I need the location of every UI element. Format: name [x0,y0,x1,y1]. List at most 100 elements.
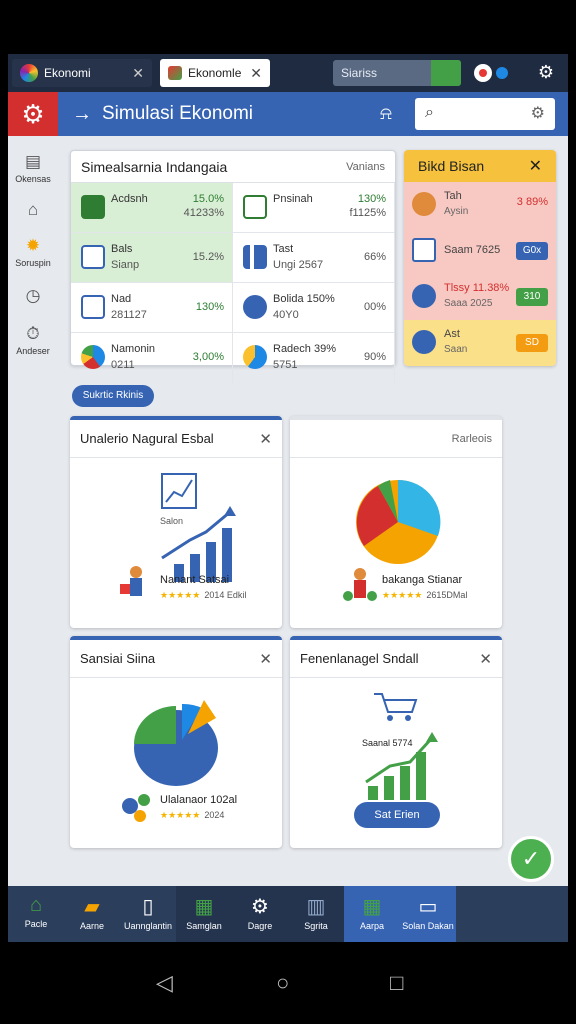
search-input[interactable]: ⌕ ⚙ [415,98,555,130]
close-icon[interactable]: ✕ [250,65,262,82]
rail-label: Okensas [15,174,51,184]
rating-text: 2615DMal [426,590,468,600]
home-icon: ⌂ [27,200,39,219]
metric-cell[interactable]: Radech 39% 5751 90% [233,333,395,383]
widget-right-label[interactable]: Rarleois [452,433,492,445]
browser-tab-ekonomle[interactable]: Ekonomle ✕ [160,59,270,87]
tab-label: Ekonomle [188,66,242,80]
growth-chart-illustration [120,473,236,596]
nav-item-calculator[interactable]: ▦ Aarpa [344,886,400,942]
nav-label: Aarne [79,921,105,931]
widget-header: Sansiai Siina ✕ [70,640,282,678]
profile-icon[interactable] [496,67,508,79]
side-panel-header: Bikd Bisan ✕ [404,150,556,182]
close-icon[interactable]: ✕ [479,650,492,668]
rail-item-okensas[interactable]: ▤ Okensas [8,152,58,184]
side-row-button[interactable]: SD [516,334,548,352]
nav-item-chart[interactable]: ▰ Aarne [64,886,120,942]
close-icon[interactable]: ✕ [259,430,272,448]
building-icon [81,195,105,219]
side-row-sub: Saaa 2025 [444,298,493,309]
nav-label: Sgrita [304,921,328,931]
rail-item-soruspin[interactable]: ✹ Soruspin [8,236,58,268]
bar-chart-icon [243,245,267,269]
metric-value: 90% [363,351,386,363]
metric-cell[interactable]: Bals Sianp 15.2% [71,233,233,283]
tab-label: Ekonomi [44,66,91,80]
rail-label: Soruspin [15,258,51,268]
side-row[interactable]: Saam 7625 G0x [404,228,556,274]
metric-cell[interactable]: Nad 281127 130% [71,283,233,333]
nav-item-home[interactable]: ⌂ Pacle [8,886,64,942]
pie-chart-illustration [122,700,218,822]
metric-label: Acdsnh [111,193,148,205]
metric-cell[interactable]: Pnsinah 130% f1125% [233,183,395,233]
metric-cell[interactable]: Acdsnh 15.0% 41233% [71,183,233,233]
browser-search[interactable]: Siariss [333,60,461,86]
nav-label: Aarpa [359,921,385,931]
system-navigation-bar: ◁ ○ □ [0,942,576,1024]
metric-value: 130% [195,301,224,313]
side-row[interactable]: Ast Saan SD [404,320,556,366]
widget-header: Unalerio Nagural Esbal ✕ [70,420,282,458]
card-right-label[interactable]: Vanians [346,161,385,173]
side-row[interactable]: Tlssy 11.38% Saaa 2025 310 [404,274,556,320]
close-icon[interactable]: ✕ [259,650,272,668]
chart-icon: ▰ [84,896,100,918]
clock-icon: ◷ [25,286,41,305]
notification-icon[interactable]: ⍾ [380,103,392,124]
metric-secondary: 41233% [183,207,224,219]
browser-tab-ekonomi[interactable]: Ekonomi ✕ [12,59,152,87]
overview-grid: Acdsnh 15.0% 41233% Pnsinah 130% f1125% … [71,183,395,383]
rating-text: 2014 Edkil [204,590,247,600]
app-screen: Ekonomi ✕ Ekonomle ✕ Siariss ⚙ ⚙ → Simul… [8,54,568,942]
widget-action-button[interactable]: Sat Erien [354,802,440,828]
nav-item-stats[interactable]: ▥ Sgrita [288,886,344,942]
arrow-right-icon[interactable]: → [72,103,92,126]
metric-sub: 281127 [111,309,147,321]
rating-stars: ★★★★★ 2014 Edkil [160,590,247,600]
nav-item-settings[interactable]: ⚙ Dagre [232,886,288,942]
metric-cell[interactable]: Namonin 0211 3,00% [71,333,233,383]
list-icon [81,295,105,319]
side-row-button[interactable]: 310 [516,288,548,306]
settings-icon[interactable]: ⚙ [538,62,554,83]
back-icon[interactable]: ◁ [156,970,173,996]
document-icon [412,192,436,216]
rail-label: Andeser [16,346,50,356]
close-icon[interactable]: ✕ [132,65,144,82]
close-icon[interactable]: ✕ [529,156,542,176]
side-row-button[interactable]: G0x [516,242,548,260]
home-circle-icon[interactable]: ○ [276,970,289,996]
nav-item-document[interactable]: ▯ Uannglantin [120,886,176,942]
go-button[interactable] [431,60,461,86]
gear-icon[interactable]: ⚙ [531,103,545,123]
widget-card: Rarleois bakanga Stianar ★★★★★ 2615DMal [290,416,502,628]
side-row[interactable]: Tah Aysin 3 89% [404,182,556,228]
rating-stars: ★★★★★ 2615DMal [382,590,468,600]
widget-card: Sansiai Siina ✕ Ulalanaor 102al ★★★★★ 202… [70,636,282,848]
rail-item-andeser[interactable]: ⏱ Andeser [8,324,58,356]
nav-item-balance[interactable]: ▭ Solan Dakan [400,886,456,942]
app-header: ⚙ → Simulasi Ekonomi ⍾ ⌕ ⚙ [8,92,568,136]
metric-cell[interactable]: Tast Ungi 2567 66% [233,233,395,283]
bottom-navigation: ⌂ Pacle ▰ Aarne ▯ Uannglantin ▦ Samglan ⚙ Dag… [8,886,568,942]
rail-item-timer[interactable]: ◷ [8,286,58,308]
metric-cell[interactable]: Bolida 150% 40Y0 00% [233,283,395,333]
nav-item-grid[interactable]: ▦ Samglan [176,886,232,942]
record-icon[interactable] [474,64,492,82]
section-badge[interactable]: Sukrtic Rkinis [72,385,154,407]
settings-button[interactable]: ⚙ [8,92,58,136]
calculator-icon: ▦ [362,896,382,918]
bar-chart-icon: ▥ [306,896,326,918]
nav-label: Uannglantin [123,921,173,931]
metric-value: 00% [363,301,386,313]
recents-icon[interactable]: □ [390,970,403,996]
metric-value: 3,00% [192,351,224,363]
metric-value: 15.0% [192,193,224,205]
metric-label: Tast [273,243,294,255]
search-icon: ⌕ [425,104,434,121]
rail-item-home[interactable]: ⌂ [8,200,58,222]
left-rail: ▤ Okensas ⌂ ✹ Soruspin ◷ ⏱ Andeser [8,136,58,886]
confirm-fab-button[interactable]: ✓ [508,836,554,882]
